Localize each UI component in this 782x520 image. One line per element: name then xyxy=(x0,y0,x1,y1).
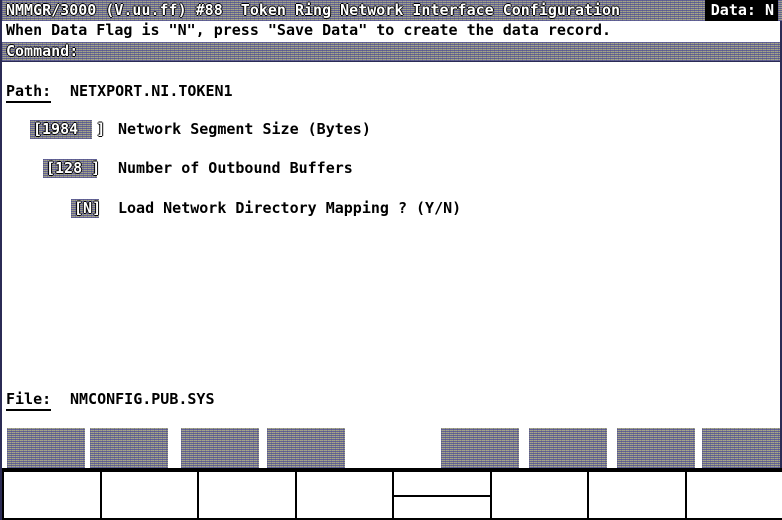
field-value: 1984 xyxy=(42,120,79,138)
path-value: NETXPORT.NI.TOKEN1 xyxy=(70,82,233,100)
field-bracket-open: [ xyxy=(33,120,43,138)
function-key-f8[interactable]: Prior Screen xyxy=(702,428,780,468)
field-bracket-close: ] xyxy=(96,120,106,138)
label-network-segment-size: Network Segment Size (Bytes) xyxy=(118,120,371,138)
command-label: Command: xyxy=(6,42,79,60)
field-number-of-outbound-buffers[interactable]: [128 ] xyxy=(43,159,101,178)
path-label: Path: xyxy=(6,82,52,103)
function-key-f1[interactable]: Go To PROTOCOL xyxy=(7,428,85,468)
title-bar: NMMGR/3000 (V.uu.ff) #88 Token Ring Netw… xyxy=(2,0,782,21)
function-key-f6[interactable]: Save Data xyxy=(529,428,607,468)
status-badge-data-flag: Data: N xyxy=(704,0,778,21)
keybox-5[interactable] xyxy=(392,470,490,520)
message-line: When Data Flag is "N", press "Save Data"… xyxy=(6,21,612,39)
function-key-f2[interactable]: Go To LINK xyxy=(90,428,168,468)
command-row: Command: xyxy=(2,42,780,61)
field-network-segment-size[interactable]: [1984 ] xyxy=(30,120,105,139)
function-key-f3[interactable]: Go To INTERNET xyxy=(181,428,259,468)
terminal-screen: NMMGR/3000 (V.uu.ff) #88 Token Ring Netw… xyxy=(0,0,782,520)
keybox-3[interactable] xyxy=(197,470,295,520)
function-key-bar: Go To PROTOCOL Go To LINK Go To INTERNET… xyxy=(2,428,782,472)
file-value: NMCONFIG.PUB.SYS xyxy=(70,390,215,408)
file-label: File: xyxy=(6,390,52,411)
field-bracket-close: ] xyxy=(91,159,101,177)
label-load-network-directory-mapping: Load Network Directory Mapping ? (Y/N) xyxy=(118,199,462,217)
function-key-f7[interactable]: Help xyxy=(617,428,695,468)
field-value: N xyxy=(83,199,93,217)
field-value: 128 xyxy=(55,159,83,177)
keybox-6[interactable] xyxy=(489,470,587,520)
keybox-4[interactable] xyxy=(294,470,392,520)
label-number-of-outbound-buffers: Number of Outbound Buffers xyxy=(118,159,353,177)
field-pad xyxy=(82,159,91,177)
keybox-7[interactable] xyxy=(587,470,685,520)
command-input[interactable] xyxy=(2,42,780,61)
page-title: NMMGR/3000 (V.uu.ff) #88 Token Ring Netw… xyxy=(6,1,621,19)
field-load-network-directory-mapping[interactable]: [N] xyxy=(71,199,102,218)
keybox-8[interactable] xyxy=(684,470,782,520)
field-bracket-close: ] xyxy=(92,199,102,217)
keybox-2[interactable] xyxy=(99,470,197,520)
key-box-row xyxy=(2,470,782,520)
keybox-1[interactable] xyxy=(2,470,100,520)
field-pad xyxy=(78,120,96,138)
function-key-f4[interactable] xyxy=(267,428,345,468)
field-bracket-open: [ xyxy=(46,159,56,177)
field-bracket-open: [ xyxy=(74,199,84,217)
function-key-f5[interactable] xyxy=(441,428,519,468)
